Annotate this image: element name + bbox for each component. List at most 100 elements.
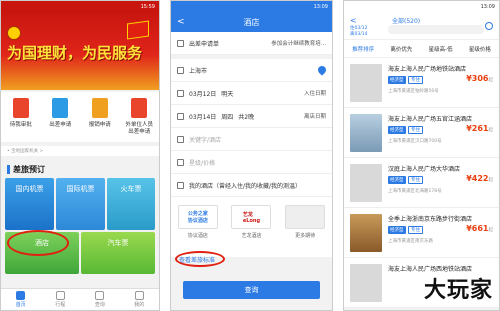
tab-home[interactable]: 首页 [16, 291, 26, 308]
phone-home-screen: 15:59 为国理财，为民服务 待我审批 出差申请 报销申请 外单位人员 出差申… [0, 0, 160, 311]
status-time: 13:09 [480, 3, 495, 10]
tile-label: 火车票 [120, 185, 142, 193]
star-price-input[interactable]: 星级/价格 [189, 158, 215, 167]
back-icon[interactable]: < [177, 17, 185, 27]
row-label: 出差申请单 [189, 40, 220, 48]
hotel-star-badge: 专住 [408, 226, 423, 234]
keyword-row[interactable]: 关键字/酒店 [171, 128, 332, 151]
hotel-address: 上海市黄浦区北海路178号 [388, 189, 442, 194]
filter-bar: 推荐排序 离价优先 星级高-低 星级价格 [344, 40, 499, 58]
tile-label: 国内机票 [15, 185, 44, 193]
back-icon[interactable]: < [350, 16, 357, 25]
hotel-thumbnail [350, 264, 382, 302]
hotel-name: 全季上海浙南京东路步行街酒店 [388, 216, 473, 223]
search-icon [177, 135, 184, 143]
trip-apply-row[interactable]: 出差申请单 参加会计继续教育培... [171, 32, 332, 55]
brand-label: 艺龙酒店 [241, 233, 262, 239]
tile-label: 汽车票 [107, 239, 129, 247]
hotel-price: ¥306起 [466, 74, 493, 83]
hotel-address: 上海市黄浦区汉口路700号 [388, 139, 442, 144]
tile-train[interactable]: 火车票 [107, 178, 155, 230]
tile-bus[interactable]: 汽车票 [81, 232, 155, 274]
star-price-row[interactable]: 星级/价格 [171, 151, 332, 174]
hotel-card[interactable]: 全季上海浙南京东路步行街酒店 经济型 专住 ¥661起 上海市黄浦区南京东路 [344, 208, 499, 258]
approve-icon [12, 98, 29, 118]
quick-item-external-trip[interactable]: 外单位人员 出差申请 [122, 98, 156, 142]
star-icon [177, 158, 184, 166]
search-button[interactable]: 查询 [183, 281, 320, 299]
tab-mine[interactable]: 我的 [134, 291, 144, 308]
checkin-day: 明天 [221, 90, 234, 98]
brand-list: 公务之家 协议酒店协议酒店 艺龙 eLong 艺龙酒店 更多期待 [171, 197, 332, 257]
reimburse-icon [91, 98, 108, 118]
tile-domestic-flight[interactable]: 国内机票 [5, 178, 54, 230]
flag-icon [127, 20, 149, 40]
hotel-address: 上海市黄浦区牯岭路56号 [388, 89, 439, 94]
filter-star-desc[interactable]: 星级高-低 [429, 45, 453, 53]
brand-label: 协议酒店 [187, 233, 208, 239]
tile-international-flight[interactable]: 国际机票 [56, 178, 105, 230]
filter-star-price[interactable]: 星级价格 [469, 45, 491, 53]
agreement-logo-icon: 公务之家 协议酒店 [177, 205, 218, 229]
hotel-star-badge: 专住 [408, 126, 423, 134]
hotel-price: ¥661起 [466, 224, 493, 233]
brand-agreement-hotel[interactable]: 公务之家 协议酒店协议酒店 [176, 205, 220, 257]
hotel-type-badge: 经济型 [388, 126, 406, 134]
location-pin-icon[interactable] [316, 64, 328, 76]
section-title: 差旅预订 [7, 164, 45, 175]
my-hotels-row[interactable]: 我的酒店（曾经入住/我的收藏/我的测温） [171, 174, 332, 197]
phone-hotel-search: 13:09 < 酒店 出差申请单 参加会计继续教育培... 上海市 03月12日明… [170, 0, 333, 311]
checkin-row[interactable]: 03月12日 明天 入住日期 [171, 82, 332, 105]
hotel-card[interactable]: 汉庭上海人民广场大华酒店 经济型 专住 ¥422起 上海市黄浦区北海路178号 [344, 158, 499, 208]
settings-icon [177, 181, 184, 189]
tab-itinerary[interactable]: 行程 [55, 291, 65, 308]
calendar-icon [177, 112, 184, 120]
hotel-name: 海友上海人民广场地铁站酒店 [388, 66, 467, 73]
section-bar-icon [7, 165, 10, 174]
tab-label: 我的 [134, 302, 145, 308]
section-title-text: 差旅预订 [13, 165, 45, 174]
checkout-row[interactable]: 03月14日 周四 共2晚 离店日期 [171, 105, 332, 128]
hotel-type-badge: 经济型 [388, 76, 406, 84]
itinerary-icon [55, 291, 65, 300]
checkout-day: 周四 [221, 113, 234, 121]
quick-item-approve[interactable]: 待我审批 [4, 98, 38, 142]
brand-elong-hotel[interactable]: 艺龙 eLong 艺龙酒店 [229, 205, 273, 257]
emblem-icon [7, 26, 21, 40]
tab-query[interactable]: 查询 [95, 291, 105, 308]
filter-recommended[interactable]: 推荐排序 [352, 45, 374, 53]
home-banner[interactable]: 为国理财，为民服务 [1, 12, 159, 90]
row-value: 参加会计继续教育培... [271, 41, 326, 47]
notice-bar[interactable]: • 宝地国家机关 > [1, 146, 159, 156]
stay-dates[interactable]: 住03/12 离03/14 [350, 26, 367, 38]
hotel-card[interactable]: 海友上海人民广场地铁站酒店 经济型 专住 ¥306起 上海市黄浦区牯岭路56号 [344, 58, 499, 108]
city-row[interactable]: 上海市 [171, 59, 332, 82]
keyword-input[interactable]: 关键字/酒店 [189, 135, 221, 144]
hotel-card[interactable]: 海友上海人民广场五官江涵酒店 经济型 专住 ¥261起上海市黄浦区汉口路700号 [344, 108, 499, 158]
status-bar: 13:09 [344, 1, 499, 12]
tab-label: 查询 [94, 302, 105, 308]
quick-actions: 待我审批 出差申请 报销申请 外单位人员 出差申请 [1, 92, 159, 142]
trip-apply-icon [52, 98, 69, 118]
brand-coming-soon[interactable]: 更多期待 [283, 205, 327, 257]
banner-headline: 为国理财，为民服务 [7, 44, 143, 62]
checkout-label: 离店日期 [303, 114, 326, 120]
hotel-thumbnail [350, 214, 382, 252]
highlight-oval [7, 230, 69, 256]
nav-bar: < 酒店 [171, 12, 332, 32]
calendar-icon [177, 89, 184, 97]
hotel-name: 海友上海人民广场五官江涵酒店 [388, 116, 473, 123]
checkin-date: 03月12日 [189, 90, 217, 98]
my-hotels-label: 我的酒店（曾经入住/我的收藏/我的测温） [189, 182, 302, 190]
hotel-price: ¥261起 [466, 124, 493, 133]
quick-item-trip-apply[interactable]: 出差申请 [43, 98, 77, 142]
quick-item-reimburse[interactable]: 报销申请 [83, 98, 117, 142]
hotel-star-badge: 专住 [408, 176, 423, 184]
hotel-type-badge: 经济型 [388, 176, 406, 184]
result-count: 全部(520) [392, 18, 421, 25]
quick-item-label: 外单位人员 出差申请 [125, 122, 153, 135]
filter-distance[interactable]: 离价优先 [390, 45, 412, 53]
page-title: 酒店 [243, 17, 260, 27]
search-input[interactable] [388, 25, 484, 34]
map-icon[interactable] [485, 22, 493, 30]
